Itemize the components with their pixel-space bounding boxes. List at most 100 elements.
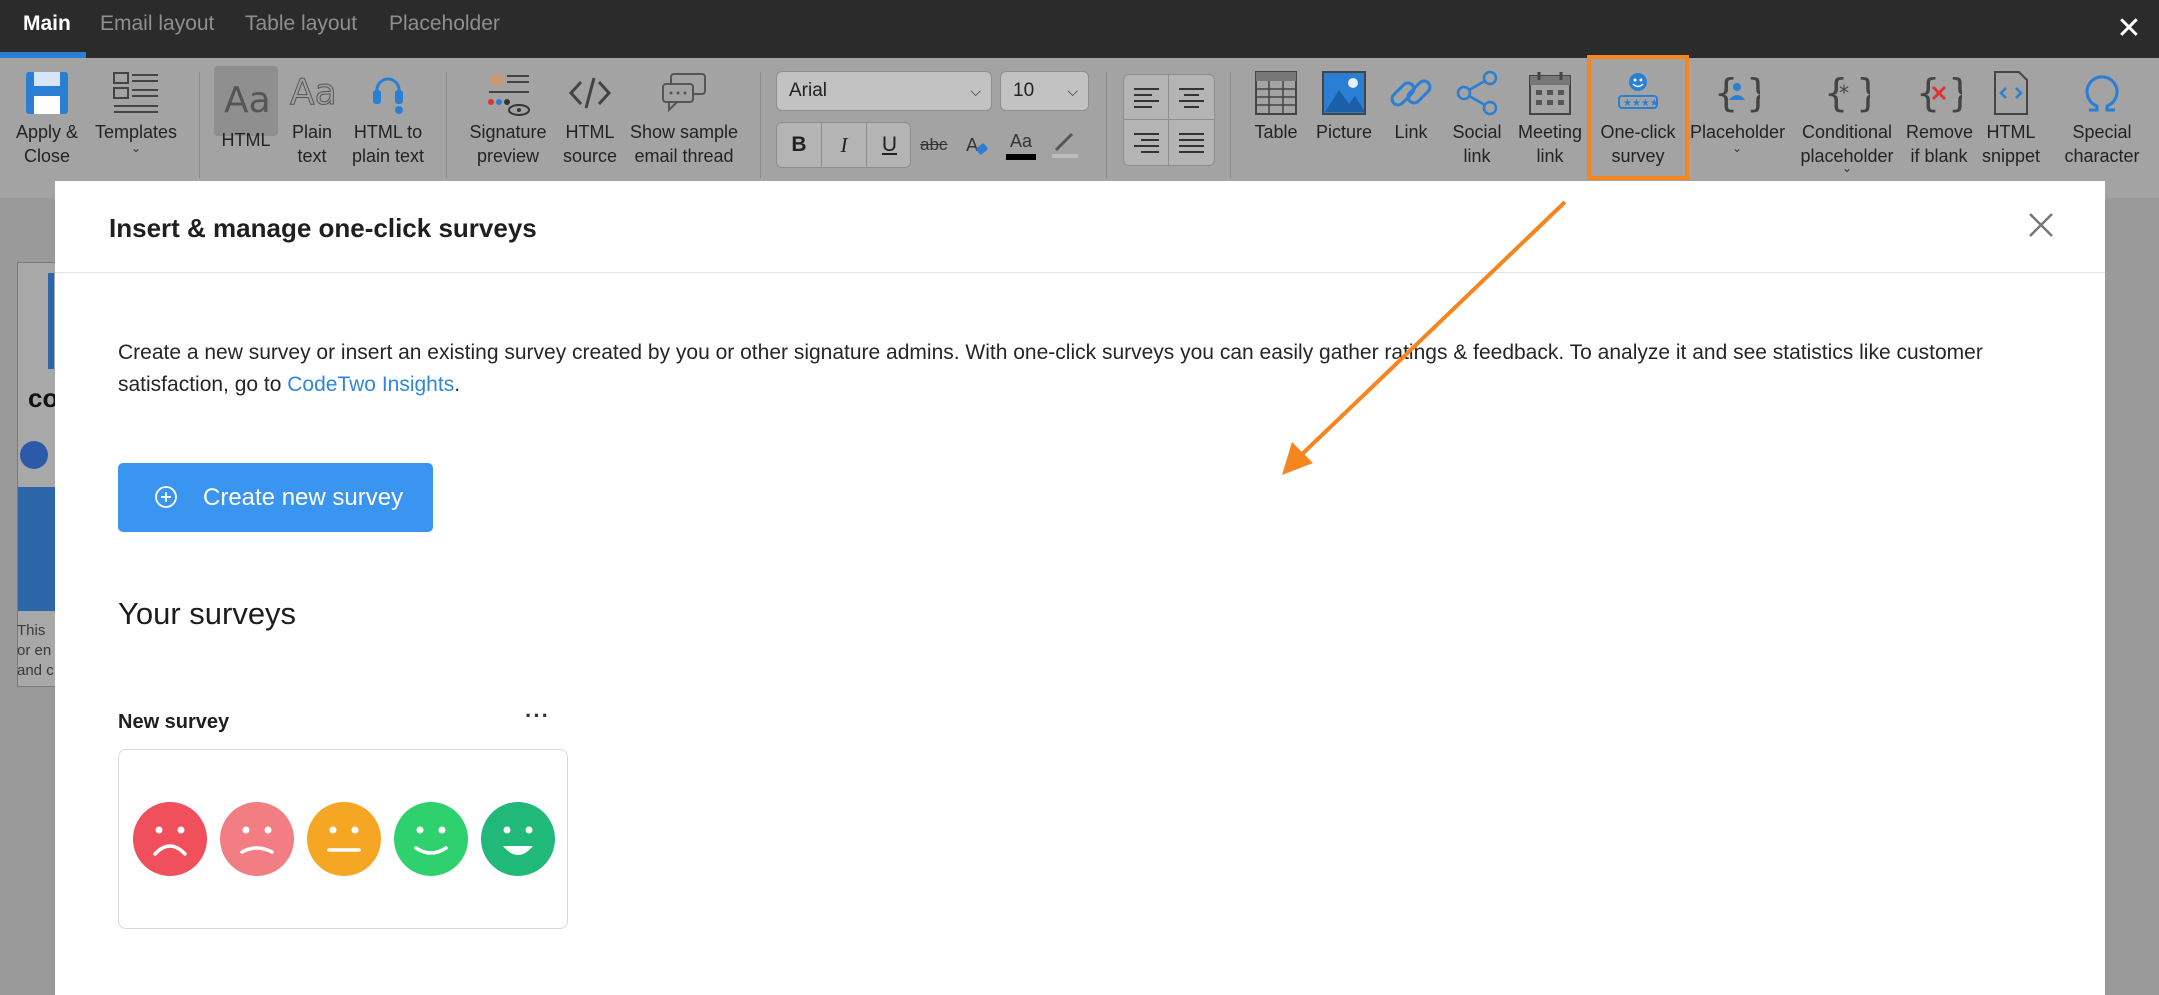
bold-button[interactable]: B — [777, 123, 822, 167]
font-size-select[interactable]: 10 ⌵ — [1000, 71, 1089, 111]
font-family-value: Arial — [789, 80, 828, 101]
align-justify-icon — [1179, 133, 1204, 153]
save-icon — [26, 72, 68, 114]
share-icon — [1456, 70, 1498, 116]
special-character-button[interactable]: Special character — [2054, 58, 2150, 182]
plain-text-button[interactable]: Aa Plain text — [282, 58, 342, 182]
survey-more-menu-button[interactable]: ··· — [525, 703, 550, 729]
conditional-placeholder-button[interactable]: {}* Conditional placeholder ⌄ — [1794, 58, 1900, 182]
html-to-plain-label: HTML to plain text — [351, 122, 425, 166]
strikethrough-button[interactable]: abc — [920, 122, 947, 168]
html-mode-button[interactable]: Aa HTML — [214, 66, 278, 150]
unhappy-face-icon — [220, 802, 294, 876]
social-link-button[interactable]: Social link — [1446, 58, 1508, 182]
background-text-line: and c — [17, 662, 54, 679]
align-justify-button[interactable] — [1169, 120, 1214, 165]
font-color-swatch — [1006, 154, 1036, 160]
show-sample-thread-label: Show sample email thread — [629, 122, 739, 166]
show-sample-thread-button[interactable]: Show sample email thread — [628, 58, 740, 182]
dialog-header: Insert & manage one-click surveys — [55, 181, 2105, 273]
background-banner-image — [18, 487, 58, 611]
pencil-icon — [1052, 132, 1078, 158]
templates-button[interactable]: Templates ⌄ — [92, 58, 180, 182]
window-close-button[interactable]: ✕ — [2112, 12, 2146, 46]
create-new-survey-label: Create new survey — [203, 484, 404, 511]
apply-close-button[interactable]: Apply & Close — [6, 58, 88, 182]
one-click-survey-highlight — [1587, 55, 1689, 180]
dialog-description: Create a new survey or insert an existin… — [118, 337, 2038, 401]
picture-icon — [1322, 71, 1366, 115]
svg-text:}: } — [1746, 71, 1760, 115]
highlight-color-button[interactable] — [1050, 122, 1084, 168]
html-snippet-icon — [1994, 71, 2028, 115]
very-unhappy-face-icon — [133, 802, 207, 876]
chevron-down-icon: ⌵ — [1067, 83, 1078, 99]
codetwo-insights-link[interactable]: CodeTwo Insights — [287, 373, 454, 396]
html-to-plain-button[interactable]: HTML to plain text — [346, 58, 430, 182]
meeting-link-label: Meeting link — [1517, 122, 1583, 166]
align-left-icon — [1134, 88, 1159, 108]
survey-card[interactable] — [118, 749, 568, 929]
ribbon-divider — [199, 72, 200, 178]
special-character-label: Special character — [2064, 122, 2140, 166]
dialog-close-button[interactable] — [2025, 209, 2057, 241]
align-center-button[interactable] — [1169, 75, 1214, 120]
align-left-button[interactable] — [1124, 75, 1169, 120]
link-label: Link — [1394, 122, 1428, 142]
tab-main[interactable]: Main — [23, 12, 71, 36]
social-link-label: Social link — [1452, 122, 1502, 166]
font-color-label: Aa — [1009, 131, 1033, 151]
picture-button[interactable]: Picture — [1312, 58, 1376, 182]
ribbon-toolbar: Apply & Close Templates ⌄ Aa HTML Aa Pla… — [0, 58, 2159, 198]
ribbon-divider — [446, 72, 447, 178]
background-text-line: or en — [17, 642, 52, 659]
placeholder-button[interactable]: {} Placeholder ⌄ — [1690, 58, 1785, 182]
svg-text:{: { — [1916, 71, 1940, 115]
chevron-down-icon: ⌄ — [130, 141, 142, 155]
underline-button[interactable]: U — [867, 123, 912, 167]
remove-braces-icon: {} — [1916, 71, 1962, 115]
neutral-face-icon — [307, 802, 381, 876]
align-right-button[interactable] — [1124, 120, 1169, 165]
italic-button[interactable]: I — [822, 123, 867, 167]
svg-text:*: * — [1839, 81, 1849, 105]
remove-if-blank-button[interactable]: {} Remove if blank — [1906, 58, 1974, 182]
font-size-value: 10 — [1013, 80, 1035, 101]
tab-email-layout[interactable]: Email layout — [100, 12, 214, 36]
alignment-group — [1123, 74, 1215, 166]
clear-format-button[interactable]: A — [964, 122, 996, 168]
tab-placeholder[interactable]: Placeholder — [389, 12, 500, 36]
link-button[interactable]: Link — [1386, 58, 1436, 182]
table-icon — [1255, 71, 1297, 115]
signature-preview-button[interactable]: Signature preview — [462, 58, 554, 182]
background-logo-text: co — [28, 383, 59, 413]
svg-text:A: A — [966, 135, 979, 156]
calendar-icon — [1529, 72, 1571, 115]
tab-table-layout[interactable]: Table layout — [245, 12, 357, 36]
svg-text:Aa: Aa — [290, 72, 336, 110]
table-button[interactable]: Table — [1248, 58, 1304, 182]
html-snippet-button[interactable]: HTML snippet — [1980, 58, 2042, 182]
chevron-down-icon: ⌄ — [1731, 141, 1743, 155]
font-family-select[interactable]: Arial ⌵ — [776, 71, 992, 111]
font-color-button[interactable]: Aa — [1004, 122, 1038, 168]
happy-face-icon — [394, 802, 468, 876]
top-tab-bar: Main Email layout Table layout Placehold… — [0, 0, 2159, 58]
remove-if-blank-label: Remove if blank — [1906, 122, 1974, 166]
convert-icon — [373, 77, 403, 114]
create-new-survey-button[interactable]: Create new survey — [118, 463, 433, 532]
description-end: . — [454, 373, 461, 396]
survey-manager-dialog: Insert & manage one-click surveys Create… — [55, 181, 2105, 995]
templates-icon — [113, 72, 158, 113]
dialog-title: Insert & manage one-click surveys — [109, 213, 537, 243]
table-label: Table — [1254, 122, 1298, 142]
svg-text:}: } — [1856, 71, 1870, 115]
very-happy-face-icon — [481, 802, 555, 876]
background-accent-bar — [48, 273, 54, 369]
omega-icon — [2085, 75, 2119, 112]
html-source-button[interactable]: HTML source — [558, 58, 622, 182]
facebook-icon — [20, 441, 48, 469]
meeting-link-button[interactable]: Meeting link — [1514, 58, 1586, 182]
chevron-down-icon: ⌵ — [970, 83, 981, 99]
picture-label: Picture — [1315, 122, 1373, 142]
